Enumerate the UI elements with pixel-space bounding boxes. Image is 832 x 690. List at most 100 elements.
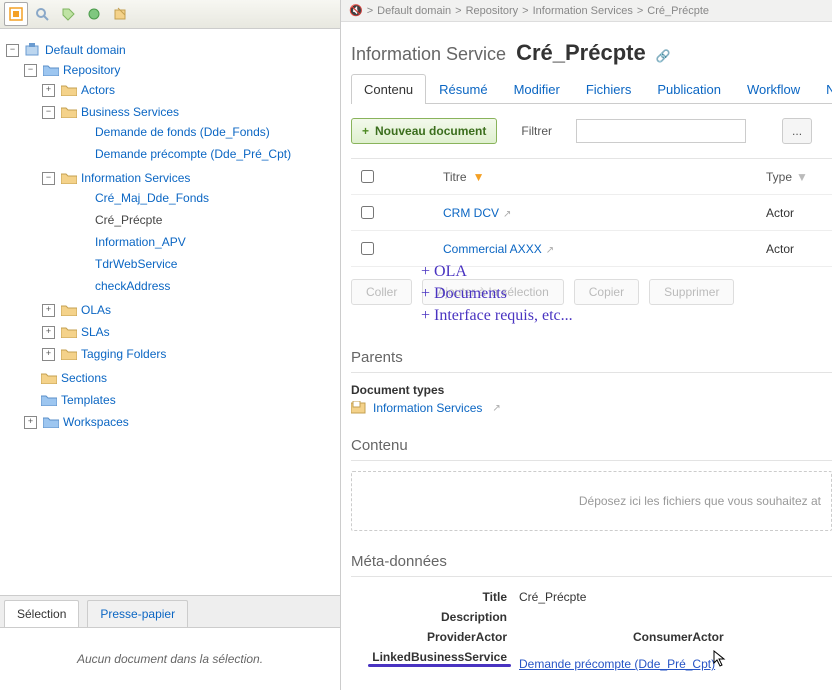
meta-linked-link[interactable]: Demande précompte (Dde_Pré_Cpt) xyxy=(519,657,715,671)
tab-notifications[interactable]: Notifications xyxy=(813,74,832,104)
speaker-icon[interactable]: 🔇 xyxy=(349,4,363,17)
sort-icon[interactable]: ▼ xyxy=(796,170,808,184)
col-type[interactable]: Type xyxy=(766,170,792,184)
tree-node-templates[interactable]: Templates xyxy=(61,391,116,409)
folder-icon xyxy=(61,304,77,316)
meta-key-title: Title xyxy=(351,587,513,607)
filter-input[interactable] xyxy=(576,119,746,143)
page-kind: Information Service xyxy=(351,44,506,65)
content-tabs: Contenu Résumé Modifier Fichiers Publica… xyxy=(351,74,832,104)
breadcrumb: 🔇 >Default domain >Repository >Informati… xyxy=(341,0,832,22)
external-link-icon[interactable]: ↗ xyxy=(546,245,554,256)
page-title: Cré_Précpte xyxy=(516,40,646,66)
tree-node-default-domain[interactable]: Default domain xyxy=(45,41,126,59)
tab-publication[interactable]: Publication xyxy=(644,74,734,104)
row-title-link[interactable]: CRM DCV xyxy=(443,206,499,220)
tree-leaf[interactable]: checkAddress xyxy=(95,277,170,295)
paste-button[interactable]: Coller xyxy=(351,279,412,305)
doctype-icon xyxy=(351,401,367,415)
file-dropzone[interactable]: Déposez ici les fichiers que vous souhai… xyxy=(351,471,832,531)
permalink-icon[interactable]: 🔗 xyxy=(656,49,671,63)
tree-node-sections[interactable]: Sections xyxy=(61,369,107,387)
expand-icon[interactable]: + xyxy=(42,304,55,317)
tab-selection[interactable]: Sélection xyxy=(4,600,79,627)
folder-icon xyxy=(61,106,77,118)
collapse-icon[interactable]: − xyxy=(24,64,37,77)
tree-node-information-services[interactable]: Information Services xyxy=(81,169,190,187)
table-row: Commercial AXXX ↗ Actor xyxy=(351,231,832,267)
meta-val-title: Cré_Précpte xyxy=(513,587,733,607)
tree-node-workspaces[interactable]: Workspaces xyxy=(63,413,129,431)
new-document-label: Nouveau document xyxy=(375,124,486,138)
select-all-checkbox[interactable] xyxy=(361,170,374,183)
tag-button[interactable] xyxy=(56,2,80,26)
breadcrumb-link[interactable]: Information Services xyxy=(533,5,633,17)
parent-doctype-link[interactable]: Information Services xyxy=(373,401,482,415)
tree-leaf[interactable]: TdrWebService xyxy=(95,255,177,273)
external-link-icon[interactable]: ↗ xyxy=(492,403,500,414)
tree-node-olas[interactable]: OLAs xyxy=(81,301,111,319)
tab-modifier[interactable]: Modifier xyxy=(501,74,573,104)
cursor-icon xyxy=(713,650,727,671)
row-type: Actor xyxy=(760,234,832,264)
tree-leaf[interactable]: Demande de fonds (Dde_Fonds) xyxy=(95,123,270,141)
meta-key-description: Description xyxy=(351,607,513,627)
tree-node-repository[interactable]: Repository xyxy=(63,61,120,79)
meta-val-description xyxy=(513,607,733,627)
children-table: Titre ▼ Type ▼ CRM DCV ↗ Actor Commercial A… xyxy=(351,158,832,267)
meta-key-provider: ProviderActor xyxy=(351,627,513,647)
copy-button[interactable]: Copier xyxy=(574,279,639,305)
more-filter-button[interactable]: ... xyxy=(782,118,812,144)
tree-node-tagging[interactable]: Tagging Folders xyxy=(81,345,166,363)
document-types-label: Document types xyxy=(351,383,832,397)
folder-icon xyxy=(61,84,77,96)
expand-icon[interactable]: + xyxy=(42,84,55,97)
new-document-button[interactable]: + Nouveau document xyxy=(351,118,497,144)
expand-icon[interactable]: + xyxy=(24,416,37,429)
row-type: Actor xyxy=(760,198,832,228)
meta-key-consumer: ConsumerActor xyxy=(513,627,733,647)
folder-icon xyxy=(61,348,77,360)
plus-icon: + xyxy=(362,124,369,138)
tab-workflow[interactable]: Workflow xyxy=(734,74,813,104)
tree-node-business-services[interactable]: Business Services xyxy=(81,103,179,121)
col-title[interactable]: Titre xyxy=(443,170,467,184)
tab-fichiers[interactable]: Fichiers xyxy=(573,74,645,104)
parents-heading: Parents xyxy=(351,349,832,366)
domain-icon xyxy=(25,43,41,57)
collapse-icon[interactable]: − xyxy=(42,172,55,185)
collapse-icon[interactable]: − xyxy=(42,106,55,119)
delete-button[interactable]: Supprimer xyxy=(649,279,734,305)
row-checkbox[interactable] xyxy=(361,242,374,255)
tab-clipboard[interactable]: Presse-papier xyxy=(87,600,188,627)
tab-contenu[interactable]: Contenu xyxy=(351,74,426,104)
expand-icon[interactable]: + xyxy=(42,348,55,361)
tree-view-button[interactable] xyxy=(4,2,28,26)
folder-icon xyxy=(41,372,57,384)
breadcrumb-link[interactable]: Default domain xyxy=(377,5,451,17)
globe-button[interactable] xyxy=(82,2,106,26)
expand-icon[interactable]: + xyxy=(42,326,55,339)
tree-leaf[interactable]: Information_APV xyxy=(95,233,186,251)
metadata-block: TitleCré_Précpte Description ProviderAct… xyxy=(351,587,832,674)
breadcrumb-link[interactable]: Repository xyxy=(466,5,519,17)
sort-desc-icon[interactable]: ▼ xyxy=(473,170,485,184)
external-link-icon[interactable]: ↗ xyxy=(503,209,511,220)
folder-icon xyxy=(43,416,59,428)
folder-icon xyxy=(43,64,59,76)
tab-resume[interactable]: Résumé xyxy=(426,74,500,104)
add-to-selection-button[interactable]: Ajouter à la sélection xyxy=(422,279,563,305)
tree-node-actors[interactable]: Actors xyxy=(81,81,115,99)
row-checkbox[interactable] xyxy=(361,206,374,219)
selection-panel: Sélection Presse-papier Aucun document d… xyxy=(0,595,340,690)
collapse-icon[interactable]: − xyxy=(6,44,19,57)
row-title-link[interactable]: Commercial AXXX xyxy=(443,242,542,256)
tree-leaf[interactable]: Cré_Maj_Dde_Fonds xyxy=(95,189,209,207)
tree-leaf-current[interactable]: Cré_Précpte xyxy=(95,211,162,229)
tree-node-slas[interactable]: SLAs xyxy=(81,323,110,341)
folder-icon xyxy=(41,394,57,406)
search-button[interactable] xyxy=(30,2,54,26)
edit-button[interactable] xyxy=(108,2,132,26)
folder-icon xyxy=(61,172,77,184)
tree-leaf[interactable]: Demande précompte (Dde_Pré_Cpt) xyxy=(95,145,291,163)
